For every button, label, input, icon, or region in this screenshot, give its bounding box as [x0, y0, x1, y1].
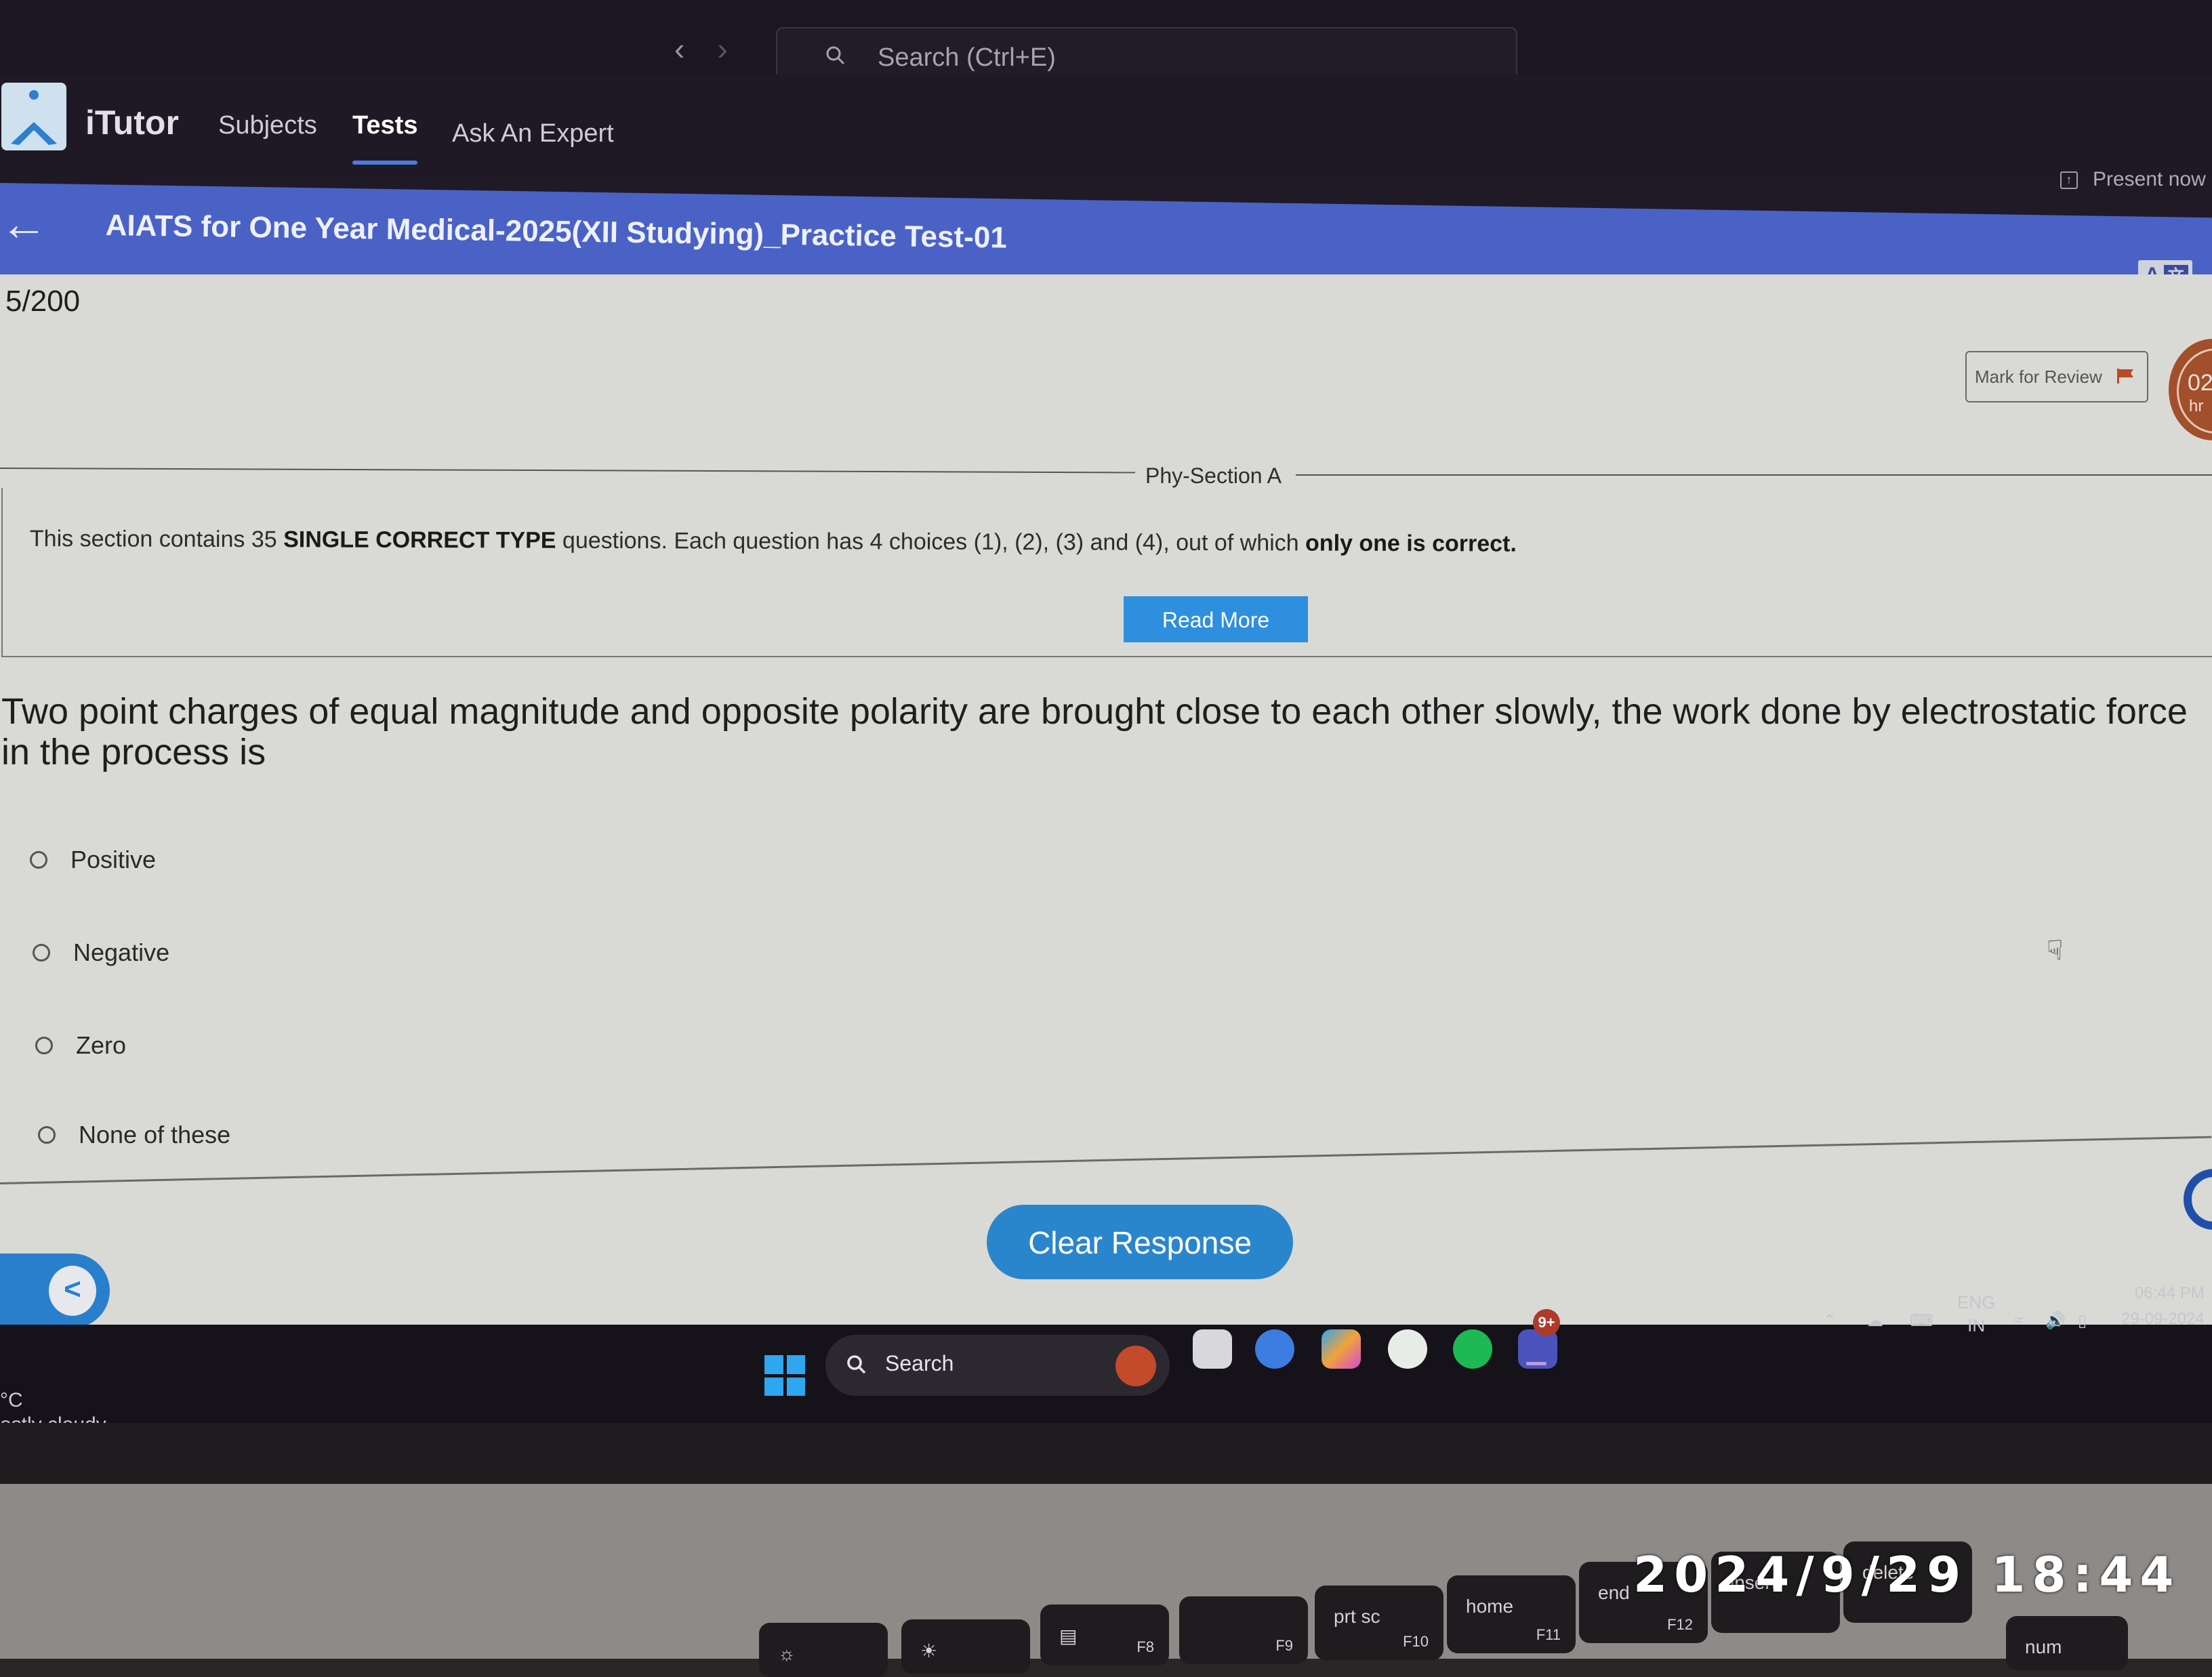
question-panel	[0, 274, 2212, 1325]
taskbar-search[interactable]: Search	[825, 1335, 1170, 1396]
share-screen-icon: ↑	[2060, 171, 2078, 190]
radio-button[interactable]	[38, 1126, 56, 1144]
back-nav-icon[interactable]: ‹	[674, 31, 684, 66]
back-arrow-icon[interactable]: ←	[0, 196, 47, 251]
key-label: end	[1598, 1582, 1630, 1603]
nav-subjects[interactable]: Subjects	[218, 111, 317, 140]
search-placeholder: Search (Ctrl+E)	[878, 43, 1056, 72]
itutor-logo[interactable]	[1, 83, 66, 150]
system-clock[interactable]: 06:44 PM 29-09-2024	[2121, 1281, 2205, 1332]
key-fn-label: F11	[1536, 1626, 1561, 1643]
meet-app-icon[interactable]	[1255, 1329, 1294, 1369]
nav-tests[interactable]: Tests	[352, 111, 418, 165]
windows-start-icon[interactable]	[764, 1355, 805, 1396]
key-home: home F11	[1447, 1575, 1576, 1653]
key-f9: F9	[1179, 1596, 1308, 1664]
key-brightness-up: ☀	[901, 1619, 1030, 1674]
mark-for-review-label: Mark for Review	[1975, 367, 2102, 387]
radio-button[interactable]	[33, 944, 50, 961]
laptop-bezel	[0, 1423, 2212, 1484]
option-zero[interactable]: Zero	[35, 1031, 126, 1060]
teams-active-indicator	[1526, 1362, 1547, 1365]
laptop-screen: ‹› Search (Ctrl+E) ... P iTutor Subjects…	[0, 0, 2212, 1423]
option-label: Positive	[70, 846, 157, 873]
region-code: IN	[1967, 1315, 1986, 1336]
battery-icon[interactable]: ▯	[2078, 1311, 2087, 1331]
key-numlock: num	[2006, 1616, 2128, 1670]
option-none-of-these[interactable]: None of these	[38, 1121, 230, 1149]
present-now-label: Present now	[2093, 168, 2206, 190]
timer-unit: hr	[2189, 397, 2204, 415]
brightness-down-icon: ☼	[778, 1643, 796, 1664]
clock-time: 06:44 PM	[2135, 1284, 2205, 1302]
copilot-icon[interactable]	[1322, 1329, 1361, 1369]
weather-description[interactable]: ostly cloudy	[0, 1413, 106, 1423]
volume-icon[interactable]: 🔊	[2045, 1311, 2066, 1331]
key-label: num	[2025, 1636, 2062, 1657]
show-hidden-icons-chevron-icon[interactable]: ⌃	[1823, 1311, 1837, 1331]
logo-icon	[11, 90, 57, 145]
instructions-text: This section contains 35	[29, 526, 284, 553]
project-display-icon: ▤	[1059, 1626, 1078, 1647]
option-label: Zero	[76, 1031, 127, 1059]
key-label: prt sc	[1334, 1606, 1380, 1627]
photo-timestamp: 2024/9/29 18:44	[1633, 1546, 2181, 1603]
section-divider-right	[1296, 474, 2212, 476]
key-fn-label: F10	[1403, 1633, 1429, 1650]
key-f8: ▤ F8	[1040, 1604, 1169, 1665]
key-brightness-down: ☼	[759, 1623, 888, 1677]
teams-notification-badge: 9+	[1533, 1309, 1560, 1336]
clear-response-button[interactable]: Clear Response	[987, 1205, 1293, 1279]
forward-nav-icon[interactable]: ›	[717, 31, 727, 66]
search-icon	[847, 1355, 866, 1374]
history-nav: ‹ ›	[674, 30, 760, 67]
mouse-cursor-icon: ☟	[2047, 936, 2064, 966]
chevron-left-icon: <	[49, 1266, 96, 1316]
option-negative[interactable]: Negative	[33, 938, 169, 967]
whatsapp-icon[interactable]	[1388, 1329, 1427, 1369]
instructions-type: SINGLE CORRECT TYPE	[283, 526, 556, 554]
language-code: ENG	[1957, 1292, 1996, 1312]
key-fn-label: F12	[1667, 1616, 1693, 1633]
present-now-button[interactable]: ↑ Present now	[2060, 168, 2206, 191]
search-highlight-stethoscope-icon	[1115, 1346, 1156, 1386]
instructions-text: questions. Each question has 4 choices (…	[556, 527, 1306, 556]
taskbar-search-label: Search	[885, 1351, 954, 1375]
section-instructions: This section contains 35 SINGLE CORRECT …	[30, 526, 1517, 558]
touch-keyboard-icon[interactable]: ⌨	[1910, 1311, 1933, 1331]
flag-icon	[2117, 369, 2133, 384]
question-text: Two point charges of equal magnitude and…	[1, 691, 2188, 772]
weather-temperature[interactable]: °C	[0, 1389, 23, 1412]
spotify-icon[interactable]	[1453, 1329, 1492, 1369]
mark-for-review-button[interactable]: Mark for Review	[1965, 351, 2148, 402]
key-prtsc: prt sc F10	[1315, 1586, 1443, 1660]
option-label: Negative	[73, 938, 170, 966]
wifi-icon[interactable]: ≈	[2014, 1311, 2023, 1330]
radio-button[interactable]	[35, 1037, 53, 1054]
search-icon	[826, 46, 845, 65]
key-fn-label: F8	[1136, 1638, 1154, 1655]
section-title: Phy-Section A	[1145, 463, 1282, 488]
app-header	[0, 75, 2212, 183]
nav-ask-an-expert[interactable]: Ask An Expert	[452, 119, 614, 148]
key-fn-label: F9	[1275, 1637, 1293, 1654]
previous-question-button[interactable]: <	[0, 1254, 110, 1328]
question-counter: 5/200	[5, 285, 81, 318]
radio-button[interactable]	[30, 851, 47, 869]
key-label: home	[1466, 1596, 1514, 1617]
brand-name: iTutor	[85, 104, 179, 142]
onedrive-icon[interactable]: ☁	[1867, 1311, 1883, 1331]
input-language[interactable]: ENG IN	[1957, 1291, 1995, 1337]
brightness-up-icon: ☀	[920, 1640, 938, 1661]
timer-value: 02	[2188, 370, 2212, 396]
instructions-rule: only one is correct.	[1305, 530, 1517, 557]
read-more-button[interactable]: Read More	[1124, 596, 1308, 642]
option-positive[interactable]: Positive	[30, 846, 156, 874]
option-label: None of these	[79, 1121, 231, 1148]
task-view-icon[interactable]	[1193, 1329, 1232, 1369]
clock-date: 29-09-2024	[2121, 1310, 2205, 1328]
section-instructions-box	[1, 488, 2212, 657]
